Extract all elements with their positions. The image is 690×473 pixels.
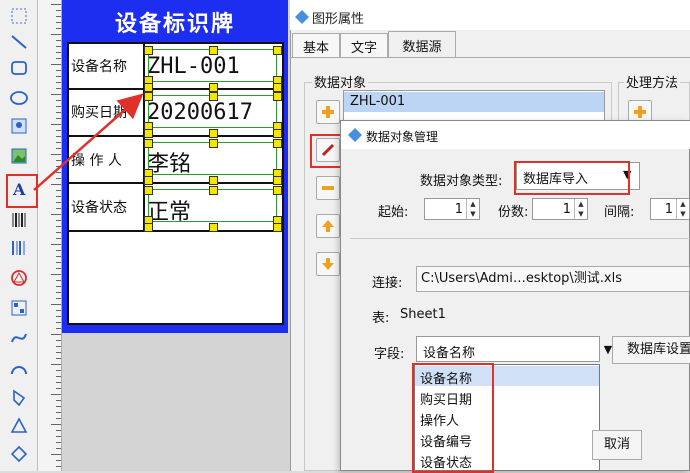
resize-handle[interactable] <box>273 83 282 92</box>
copies-spinner[interactable]: 1 ▲ ▼ <box>532 198 588 220</box>
resize-handle[interactable] <box>209 46 218 55</box>
move-up-button[interactable] <box>316 214 340 238</box>
label-key: 购买日期 <box>71 105 127 121</box>
edit-button-highlight <box>310 134 344 168</box>
resize-handle[interactable] <box>144 223 153 232</box>
spin-arrows-icon[interactable]: ▲ ▼ <box>574 199 587 219</box>
line-tool-icon[interactable] <box>6 30 32 54</box>
spin-arrows-icon[interactable]: ▲ ▼ <box>466 199 479 219</box>
copies-value: 1 <box>562 202 571 217</box>
add-object-button[interactable] <box>316 100 340 124</box>
triangle-tool-icon[interactable] <box>6 414 32 438</box>
type-label: 数据对象类型: <box>420 174 503 189</box>
minus-icon <box>322 186 334 190</box>
resize-handle[interactable] <box>144 176 153 185</box>
label-title: 设备标识牌 <box>114 12 235 37</box>
resize-handle[interactable] <box>273 92 282 101</box>
resize-handle[interactable] <box>209 139 218 148</box>
tab-text[interactable]: 文字 <box>340 33 388 58</box>
resize-handle[interactable] <box>273 176 282 185</box>
select-tool-icon[interactable] <box>6 4 32 28</box>
cancel-button[interactable]: 取消 <box>592 430 642 460</box>
vertical-ruler <box>38 0 62 471</box>
diamond-tool-icon[interactable] <box>6 442 32 466</box>
data-object-item[interactable]: ZHL-001 <box>344 92 604 112</box>
curve-tool-icon[interactable] <box>6 326 32 350</box>
resize-handle[interactable] <box>209 176 218 185</box>
label-table: 设备名称 购买日期 操 作 人 设备状态 ZHL-001 20200617 李铭… <box>67 42 284 325</box>
resize-handle[interactable] <box>273 223 282 232</box>
tab-datasource[interactable]: 数据源 <box>388 31 456 58</box>
copies-label: 份数: <box>498 205 529 220</box>
field-label: 字段: <box>374 347 405 362</box>
image-tool-icon[interactable] <box>6 114 32 138</box>
resize-handle[interactable] <box>209 129 218 138</box>
resize-handle[interactable] <box>209 223 218 232</box>
manager-title: 数据对象管理 <box>366 130 439 144</box>
start-label: 起始: <box>378 205 409 220</box>
field-select[interactable]: 设备名称 <box>416 336 600 362</box>
tab-basic[interactable]: 基本 <box>292 33 340 58</box>
interval-spinner[interactable]: 1 ▲ ▼ <box>650 198 690 220</box>
arrow-up-icon <box>322 220 334 232</box>
qrcode-tool-icon[interactable] <box>6 296 32 320</box>
plus-icon <box>322 106 334 118</box>
resize-handle[interactable] <box>144 83 153 92</box>
field-value: 设备名称 <box>423 346 476 361</box>
resize-handle[interactable] <box>144 46 153 55</box>
label-key: 操 作 人 <box>71 153 122 169</box>
app-icon <box>295 10 309 24</box>
remove-object-button[interactable] <box>316 176 340 200</box>
data-object-label: 数据对象 <box>312 72 369 91</box>
text-tool-highlight <box>6 174 38 208</box>
resize-handle[interactable] <box>144 139 153 148</box>
resize-handle[interactable] <box>144 186 153 195</box>
connection-field[interactable]: C:\Users\Admi…esktop\测试.xls <box>416 266 690 292</box>
rectangle-tool-icon[interactable] <box>6 56 32 80</box>
ellipse-tool-icon[interactable] <box>6 86 32 110</box>
move-down-button[interactable] <box>316 252 340 276</box>
picture-tool-icon[interactable] <box>6 144 32 168</box>
resize-handle[interactable] <box>273 46 282 55</box>
plus-icon <box>634 106 646 118</box>
type-highlight <box>514 161 630 195</box>
resize-handle[interactable] <box>209 83 218 92</box>
resize-handle[interactable] <box>209 92 218 101</box>
label-key: 设备状态 <box>71 200 127 216</box>
polygon-tool-icon[interactable] <box>6 386 32 410</box>
field-options-highlight <box>412 363 494 473</box>
resize-handle[interactable] <box>273 186 282 195</box>
table-value: Sheet1 <box>400 307 446 322</box>
resize-handle[interactable] <box>273 139 282 148</box>
resize-handle[interactable] <box>273 129 282 138</box>
start-value: 1 <box>454 202 463 217</box>
label-key: 设备名称 <box>71 59 127 75</box>
toolbox: A <box>0 0 38 471</box>
barcode-tool-icon[interactable] <box>6 208 32 232</box>
interval-value: 1 <box>664 202 673 217</box>
resize-handle[interactable] <box>144 129 153 138</box>
properties-title: 图形属性 <box>312 12 365 27</box>
resize-handle[interactable] <box>144 92 153 101</box>
resize-handle[interactable] <box>209 186 218 195</box>
table-label: 表: <box>372 311 390 326</box>
interval-label: 间隔: <box>604 205 635 220</box>
processing-label: 处理方法 <box>624 72 681 91</box>
arc-tool-icon[interactable] <box>6 356 32 380</box>
start-spinner[interactable]: 1 ▲ ▼ <box>424 198 480 220</box>
connection-label: 连接: <box>372 276 403 291</box>
spin-arrows-icon[interactable]: ▲ ▼ <box>676 199 689 219</box>
arrow-down-icon <box>322 258 334 270</box>
barcode2-tool-icon[interactable] <box>6 236 32 260</box>
shape-tool-icon[interactable] <box>6 266 32 290</box>
app-icon <box>348 128 362 142</box>
db-settings-button[interactable]: 数据库设置 <box>612 336 690 364</box>
